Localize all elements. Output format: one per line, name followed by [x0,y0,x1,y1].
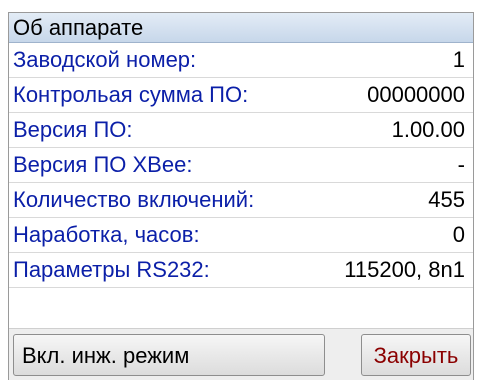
operating-hours-value: 0 [452,222,465,247]
row-xbee-version: Версия ПО XBee: - [9,148,473,183]
checksum-label: Контрольая сумма ПО: [13,82,249,107]
operating-hours-label: Наработка, часов: [13,222,200,247]
about-dialog: Об аппарате Заводской номер: 1 Контрольа… [8,12,474,380]
power-on-count-value: 455 [428,187,465,212]
close-button[interactable]: Закрыть [361,334,471,376]
xbee-version-value: - [457,152,465,177]
rs232-params-label: Параметры RS232: [13,257,210,282]
row-operating-hours: Наработка, часов: 0 [9,218,473,253]
power-on-count-label: Количество включений: [13,187,255,212]
row-software-version: Версия ПО: 1.00.00 [9,113,473,148]
software-version-label: Версия ПО: [13,117,133,142]
rs232-params-value: 115200, 8n1 [344,257,465,282]
xbee-version-label: Версия ПО XBee: [13,152,193,177]
info-list: Заводской номер: 1 Контрольая сумма ПО: … [9,43,473,288]
row-checksum: Контрольая сумма ПО: 00000000 [9,78,473,113]
button-bar: Вкл. инж. режим Закрыть [9,328,473,380]
row-serial-number: Заводской номер: 1 [9,43,473,78]
engineering-mode-button[interactable]: Вкл. инж. режим [13,334,325,376]
row-power-on-count: Количество включений: 455 [9,183,473,218]
serial-number-value: 1 [452,47,465,72]
row-rs232-params: Параметры RS232: 115200, 8n1 [9,253,473,288]
checksum-value: 00000000 [367,82,465,107]
serial-number-label: Заводской номер: [13,47,197,72]
dialog-title: Об аппарате [9,13,473,43]
software-version-value: 1.00.00 [391,117,465,142]
